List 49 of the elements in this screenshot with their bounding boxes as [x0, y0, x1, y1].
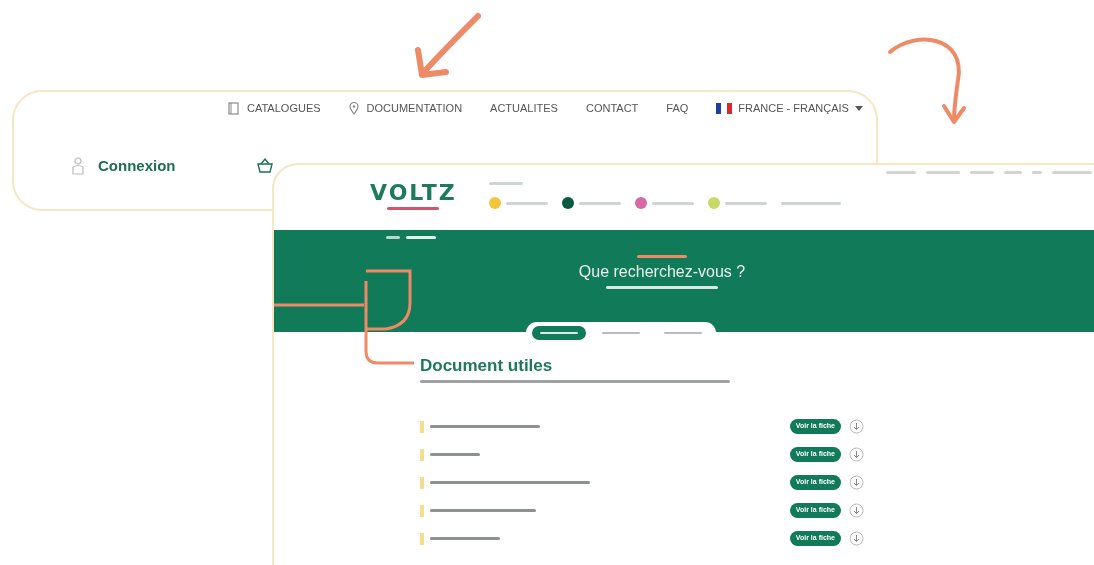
illegible-text-line — [970, 171, 994, 174]
caret-icon — [854, 105, 863, 111]
book-icon — [228, 101, 239, 115]
nav-link[interactable]: FAQ — [666, 100, 689, 117]
illegible-text-line — [1052, 171, 1092, 174]
illegible-text-line — [406, 236, 436, 239]
illegible-text-line — [926, 171, 960, 174]
nav-link[interactable]: CONTACT — [585, 100, 639, 117]
illegible-text-line — [780, 201, 841, 205]
section-title: Document utiles — [420, 356, 554, 376]
illegible-text-line — [578, 201, 621, 205]
logo[interactable]: VOLTZ — [370, 182, 457, 204]
document-marker — [420, 532, 424, 545]
illegible-text-line — [651, 201, 694, 205]
illegible-text-line — [602, 332, 640, 334]
hero-title: Que recherchez-vous ? — [578, 262, 746, 282]
illegible-text-line — [488, 182, 523, 185]
illegible-text-line — [1032, 171, 1042, 174]
illegible-text-line — [505, 201, 548, 205]
nav-link[interactable]: ACTUALITES — [490, 100, 558, 117]
nav-link[interactable]: DOCUMENTATION — [348, 100, 463, 117]
document-marker — [420, 448, 424, 461]
illegible-text-line — [664, 332, 702, 334]
illegible-text-line — [637, 255, 687, 258]
illegible-text-line — [1004, 171, 1022, 174]
person-icon — [72, 156, 84, 175]
illegible-text-line — [540, 332, 578, 334]
illegible-text-line — [724, 201, 767, 205]
illegible-text-line — [430, 537, 500, 540]
tab[interactable] — [532, 326, 586, 340]
basket-icon[interactable] — [255, 157, 274, 175]
illegible-text-line — [886, 171, 916, 174]
document-marker — [420, 476, 424, 489]
download-icon[interactable] — [849, 447, 864, 462]
flag-icon — [716, 102, 733, 114]
nav-link[interactable]: CATALOGUES — [228, 100, 321, 117]
download-icon[interactable] — [849, 531, 864, 546]
login-link[interactable]: Connexion — [72, 154, 176, 177]
document-marker — [420, 504, 424, 517]
download-icon[interactable] — [849, 419, 864, 434]
location-pin-icon — [348, 101, 359, 115]
language-selector[interactable]: FRANCE - FRANÇAIS — [716, 100, 863, 117]
download-icon[interactable] — [849, 475, 864, 490]
illegible-text-line — [387, 207, 440, 210]
illegible-text-line — [386, 236, 400, 239]
illegible-text-line — [430, 453, 480, 456]
download-icon[interactable] — [849, 503, 864, 518]
document-marker — [420, 420, 424, 433]
arrow-drawing — [412, 12, 484, 80]
